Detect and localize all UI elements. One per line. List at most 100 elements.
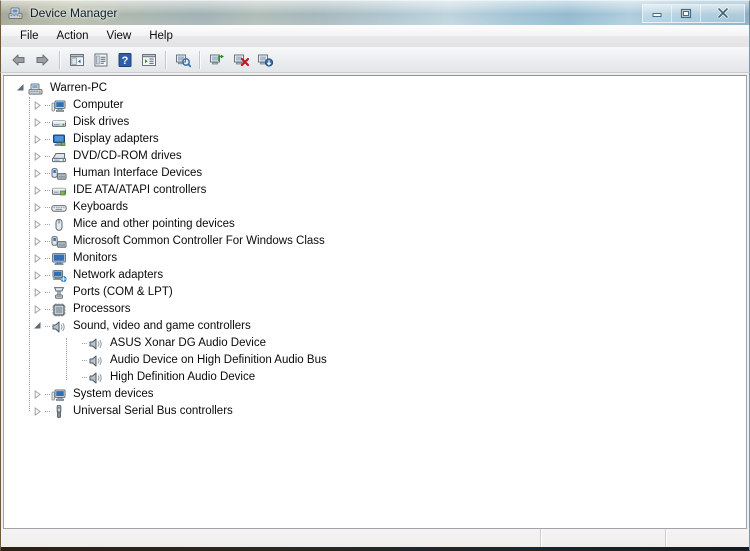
tree-item-display-adapters[interactable]: Display adapters [4,131,746,148]
tree-item-label: DVD/CD-ROM drives [73,150,182,162]
tree-item-keyboards[interactable]: Keyboards [4,199,746,216]
computer-icon [51,98,67,114]
tree-item-microsoft-common-controller-for-windows-class[interactable]: Microsoft Common Controller For Windows … [4,233,746,250]
usb-icon [51,404,67,420]
expander-collapsed-icon[interactable] [29,182,45,199]
expander-expanded-icon[interactable] [29,318,45,335]
device-tree[interactable]: Warren-PC Computer Disk drives Display ada… [3,75,747,529]
port-icon [51,285,67,301]
expander-collapsed-icon[interactable] [29,250,45,267]
menu-action[interactable]: Action [48,28,98,44]
tree-item-label: Universal Serial Bus controllers [73,405,233,417]
menu-bar: File Action View Help [0,25,750,47]
hid-icon [51,166,67,182]
tree-item-monitors[interactable]: Monitors [4,250,746,267]
close-button[interactable] [700,3,745,23]
tree-item-label: Human Interface Devices [73,167,203,179]
disable-button[interactable] [253,49,276,71]
show-hide-console-tree-button[interactable] [65,49,88,71]
computer-root-icon [28,81,44,97]
expander-collapsed-icon[interactable] [29,165,45,182]
properties-button[interactable] [89,49,112,71]
expander-collapsed-icon[interactable] [29,301,45,318]
device-manager-window: Device Manager File Action View Help ? W… [0,0,750,551]
minimize-button[interactable] [642,3,671,23]
tree-connector [82,343,87,344]
tree-item-processors[interactable]: Processors [4,301,746,318]
update-driver-button[interactable] [205,49,228,71]
expander-collapsed-icon[interactable] [29,386,45,403]
sound-device-icon [88,370,104,386]
tree-item-dvd-cd-rom-drives[interactable]: DVD/CD-ROM drives [4,148,746,165]
tree-item-network-adapters[interactable]: Network adapters [4,267,746,284]
tree-connector [45,105,50,106]
tree-connector [45,156,50,157]
expander-collapsed-icon[interactable] [29,148,45,165]
tree-item-sound-video-and-game-controllers[interactable]: Sound, video and game controllers [4,318,746,335]
scan-for-hardware-changes-button[interactable] [171,49,194,71]
expander-collapsed-icon[interactable] [29,114,45,131]
help-button[interactable]: ? [113,49,136,71]
tree-connector [45,394,50,395]
expander-placeholder [66,335,82,352]
menu-file[interactable]: File [11,28,48,44]
tree-item-label: Mice and other pointing devices [73,218,235,230]
menu-view[interactable]: View [98,28,141,44]
tree-item-computer[interactable]: Computer [4,97,746,114]
expander-collapsed-icon[interactable] [29,403,45,420]
tree-item-asus-xonar-dg-audio-device[interactable]: ASUS Xonar DG Audio Device [4,335,746,352]
tree-connector [82,360,87,361]
expander-collapsed-icon[interactable] [29,131,45,148]
tree-item-human-interface-devices[interactable]: Human Interface Devices [4,165,746,182]
tree-connector [45,207,50,208]
separator-1 [59,50,60,69]
tree-connector [45,275,50,276]
tree-connector [45,139,50,140]
tree-item-label: Computer [73,99,124,111]
tree-item-warren-pc[interactable]: Warren-PC [4,80,746,97]
tree-item-system-devices[interactable]: System devices [4,386,746,403]
tree-item-disk-drives[interactable]: Disk drives [4,114,746,131]
expander-collapsed-icon[interactable] [29,284,45,301]
maximize-button[interactable] [671,3,700,23]
sound-device-icon [88,336,104,352]
title-bar[interactable]: Device Manager [0,0,750,25]
sound-icon [51,319,67,335]
sound-device-icon [88,353,104,369]
tree-item-mice-and-other-pointing-devices[interactable]: Mice and other pointing devices [4,216,746,233]
tree-connector [45,326,50,327]
tree-item-label: Keyboards [73,201,128,213]
display-adapter-icon [51,132,67,148]
mouse-icon [51,217,67,233]
tree-item-label: Sound, video and game controllers [73,320,251,332]
expander-collapsed-icon[interactable] [29,97,45,114]
tree-item-ports-com-lpt[interactable]: Ports (COM & LPT) [4,284,746,301]
svg-text:?: ? [121,55,128,67]
tree-item-universal-serial-bus-controllers[interactable]: Universal Serial Bus controllers [4,403,746,420]
status-bar [0,529,750,551]
tree-connector [45,258,50,259]
forward-button[interactable] [31,49,54,71]
expander-collapsed-icon[interactable] [29,233,45,250]
expander-collapsed-icon[interactable] [29,199,45,216]
toolbar: ? [0,47,750,73]
expander-expanded-icon[interactable] [12,80,28,97]
tree-item-label: Ports (COM & LPT) [73,286,173,298]
tree-connector [45,241,50,242]
tree-item-high-definition-audio-device[interactable]: High Definition Audio Device [4,369,746,386]
expander-collapsed-icon[interactable] [29,216,45,233]
tree-item-label: Display adapters [73,133,159,145]
uninstall-button[interactable] [229,49,252,71]
tree-connector [45,411,50,412]
dvd-drive-icon [51,149,67,165]
tree-item-audio-device-on-high-definition-audio-bus[interactable]: Audio Device on High Definition Audio Bu… [4,352,746,369]
expander-collapsed-icon[interactable] [29,267,45,284]
monitor-icon [51,251,67,267]
menu-help[interactable]: Help [140,28,182,44]
tree-item-label: Audio Device on High Definition Audio Bu… [110,354,327,366]
back-button[interactable] [7,49,30,71]
disk-drive-icon [51,115,67,131]
view-button[interactable] [137,49,160,71]
tree-item-label: Disk drives [73,116,130,128]
tree-item-ide-ata-atapi-controllers[interactable]: IDE ATA/ATAPI controllers [4,182,746,199]
